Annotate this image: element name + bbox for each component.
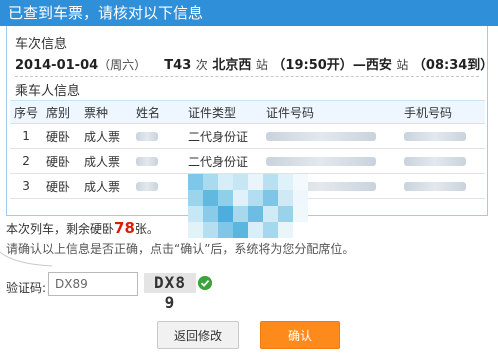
to-station-suffix: 站 (396, 58, 409, 72)
remaining-suffix: 张。 (134, 222, 159, 236)
row-ticket-type: 成人票 (80, 123, 133, 149)
check-icon (198, 276, 212, 290)
row-index: 3 (10, 173, 43, 199)
route-dash: — (352, 58, 366, 73)
col-id-number: 证件号码 (262, 100, 401, 124)
col-phone: 手机号码 (400, 100, 485, 124)
row-id-type: 二代身份证 (184, 123, 263, 149)
row-name-redacted (132, 123, 185, 149)
arrive-time: （08:34到） (412, 58, 494, 73)
row-id-type: 二代身份证 (184, 148, 263, 174)
dialog-title: 已查到车票，请核对以下信息 (0, 0, 498, 26)
remaining-prefix: 本次列车，剩余硬卧 (6, 222, 115, 236)
row-phone-redacted (400, 123, 485, 149)
info-panel: 车次信息 2014-01-04（周六） T43 次 北京西 站 （19:50开）… (6, 26, 493, 238)
confirm-button[interactable]: 确认 (260, 321, 340, 349)
row-phone-redacted (400, 148, 485, 174)
row-id-number-redacted (262, 148, 401, 174)
table-row: 2 硬卧 成人票 二代身份证 (10, 148, 485, 174)
row-index: 1 (10, 123, 43, 149)
col-id-type: 证件类型 (184, 100, 263, 124)
passenger-table-header: 序号 席别 票种 姓名 证件类型 证件号码 手机号码 (10, 100, 485, 124)
captcha-input[interactable] (48, 272, 138, 296)
row-ticket-type: 成人票 (80, 173, 133, 199)
col-ticket-type: 票种 (80, 100, 133, 124)
row-name-redacted (132, 148, 185, 174)
train-info-title: 车次信息 (15, 37, 68, 52)
remaining-tickets: 本次列车，剩余硬卧78张。 (6, 219, 159, 237)
from-station: 北京西 (212, 58, 252, 73)
row-seat: 硬卧 (42, 123, 81, 149)
captcha-image[interactable]: DX8 9 (144, 273, 196, 312)
col-index: 序号 (10, 100, 43, 124)
table-row: 1 硬卧 成人票 二代身份证 (10, 123, 485, 149)
row-name-redacted (132, 173, 185, 199)
row-ticket-type: 成人票 (80, 148, 133, 174)
captcha-label: 验证码: (6, 281, 47, 295)
back-edit-button[interactable]: 返回修改 (157, 321, 239, 349)
privacy-mosaic (188, 174, 308, 238)
col-seat: 席别 (42, 100, 81, 124)
row-index: 2 (10, 148, 43, 174)
from-station-suffix: 站 (255, 58, 268, 72)
divider (15, 76, 479, 77)
train-summary: 2014-01-04（周六） T43 次 北京西 站 （19:50开）—西安 站… (15, 54, 493, 73)
row-phone-redacted (400, 173, 485, 199)
depart-time: （19:50开） (272, 58, 353, 73)
travel-date: 2014-01-04 (15, 58, 99, 73)
row-seat: 硬卧 (42, 173, 81, 199)
weekday: （周六） (98, 58, 147, 72)
col-name: 姓名 (132, 100, 185, 124)
to-station: 西安 (365, 58, 392, 73)
row-id-number-redacted (262, 123, 401, 149)
train-suffix: 次 (195, 58, 208, 72)
remaining-count: 78 (114, 219, 135, 237)
row-seat: 硬卧 (42, 148, 81, 174)
train-number: T43 (164, 58, 192, 73)
passenger-info-title: 乘车人信息 (15, 84, 81, 99)
